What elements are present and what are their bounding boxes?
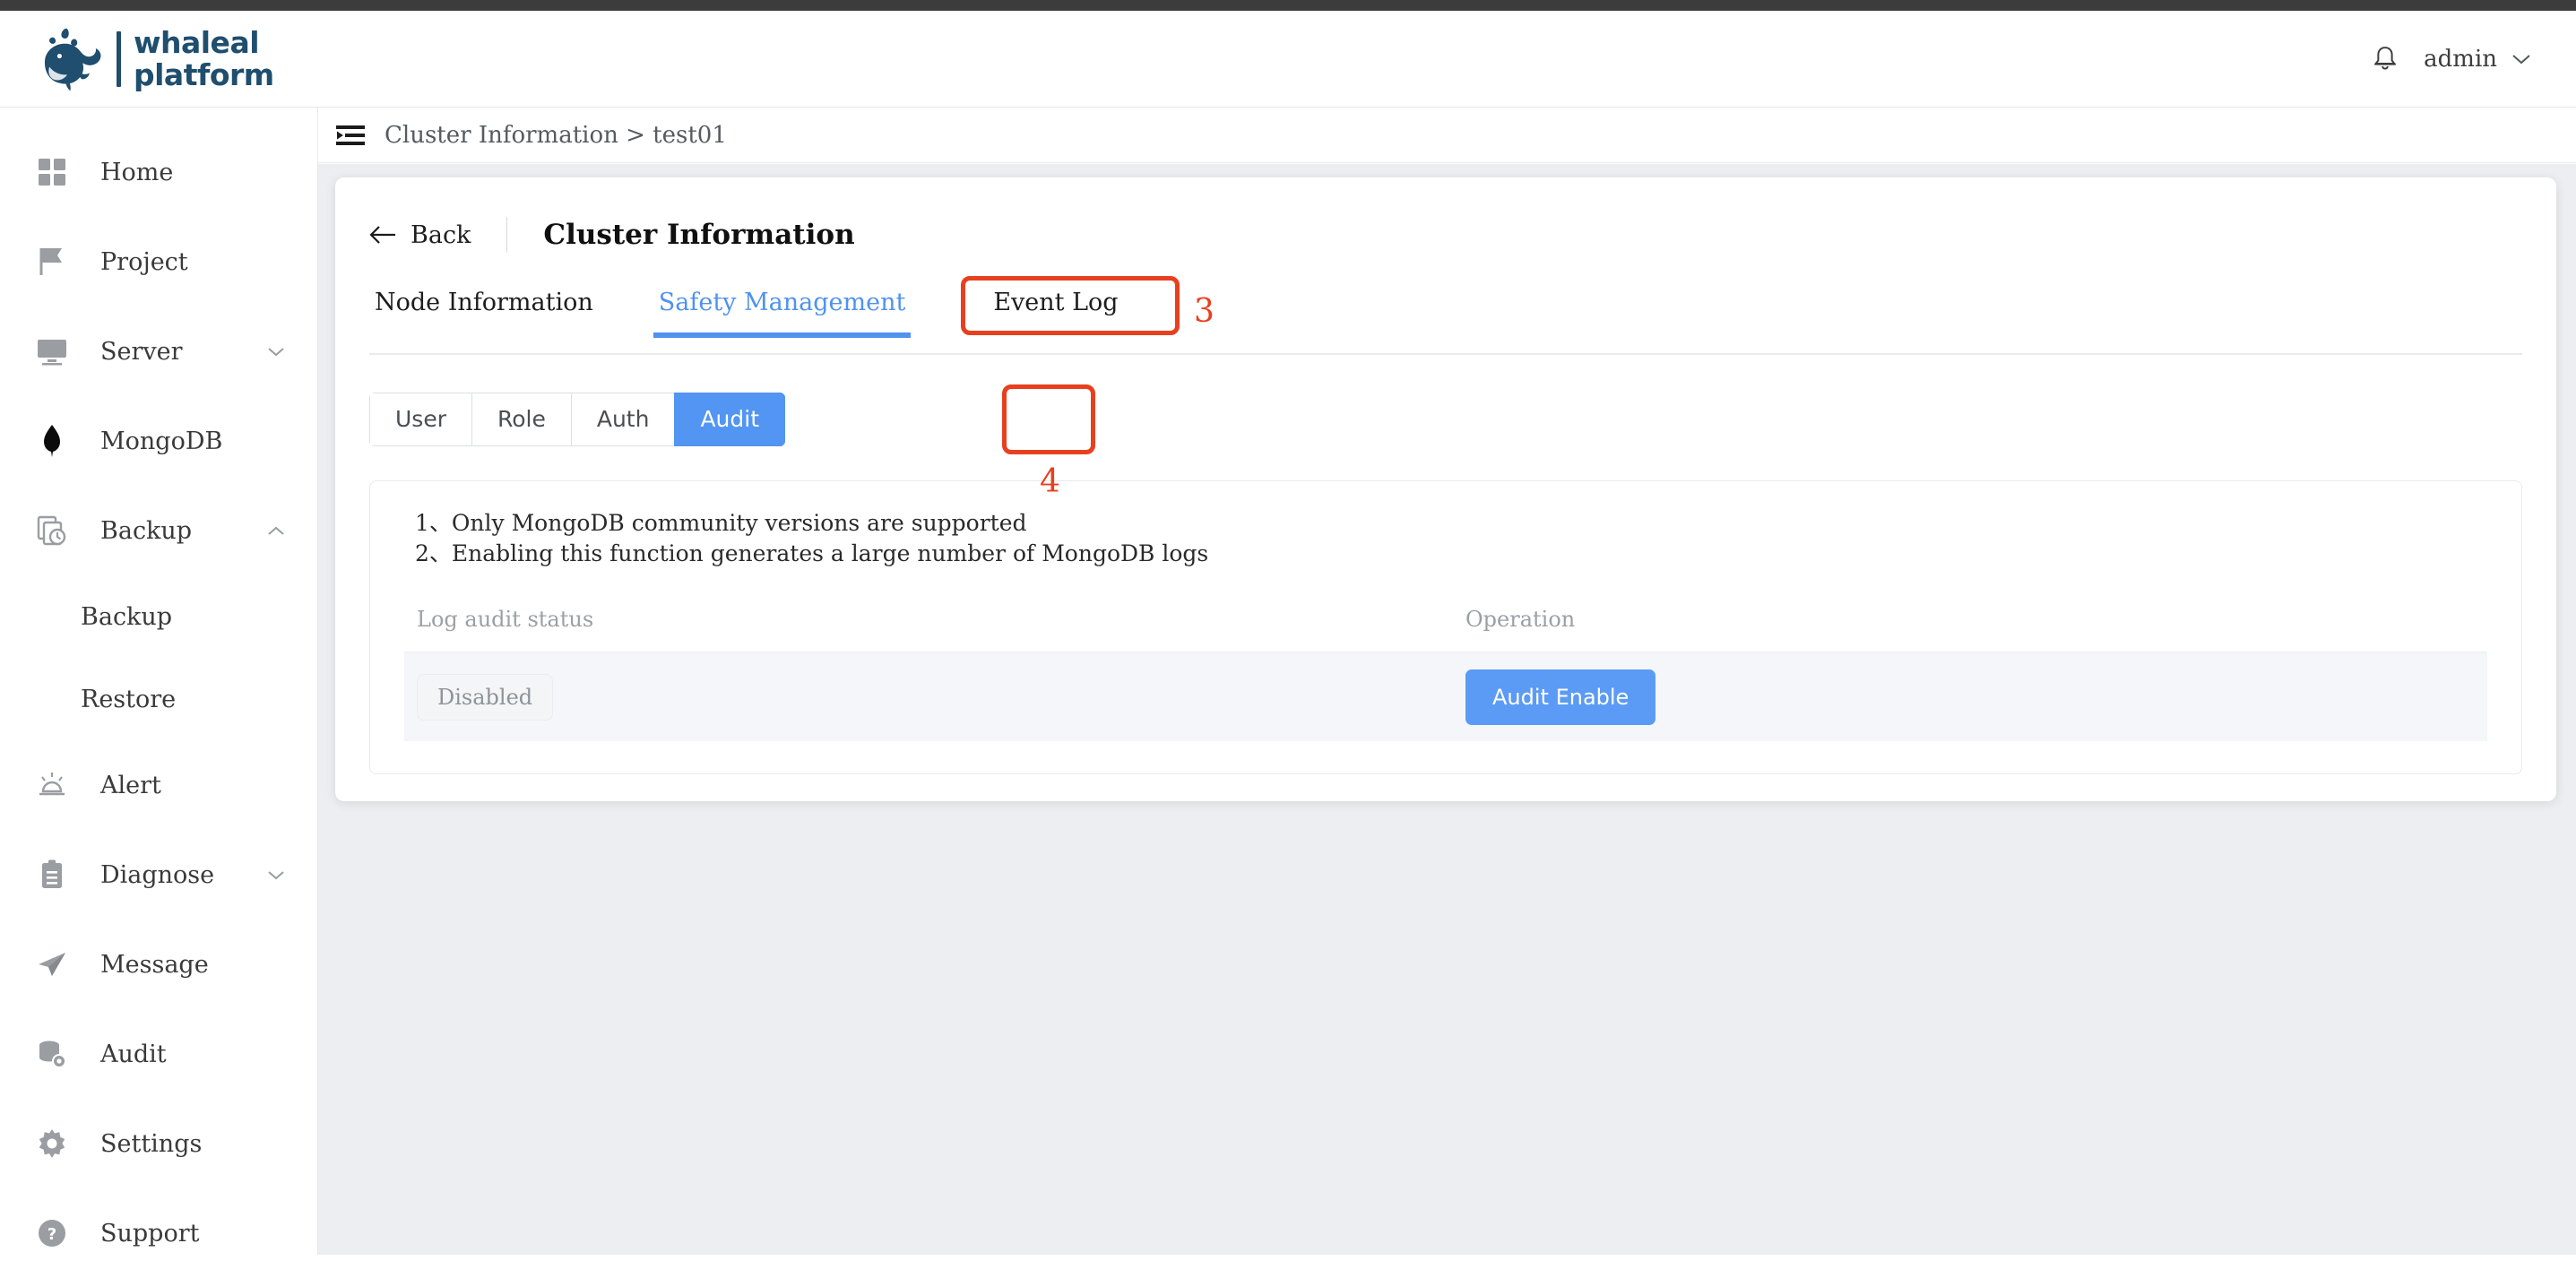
sidebar-item-label: Diagnose <box>100 860 215 889</box>
flag-icon <box>34 244 70 280</box>
page-content: Back Cluster Information Node Informatio… <box>318 164 2576 1255</box>
card-header: Back Cluster Information <box>369 208 2522 262</box>
bell-icon[interactable] <box>2372 45 2399 73</box>
main-region: Cluster Information > test01 Back Cluste… <box>318 108 2576 1255</box>
sidebar-item-label: Backup <box>100 516 193 545</box>
sub-tab-bar: User Role Auth Audit 4 <box>369 384 2522 498</box>
svg-text:?: ? <box>48 1225 56 1244</box>
note-line-1: 1、Only MongoDB community versions are su… <box>415 510 1027 536</box>
question-circle-icon: ? <box>34 1215 70 1251</box>
cell-operation: Audit Enable <box>1465 669 2475 725</box>
tab-safety-management[interactable]: Safety Management <box>653 289 911 338</box>
sidebar-item-label: Backup <box>81 602 173 631</box>
tab-bar: Node Information Safety Management Event… <box>369 276 2522 355</box>
tab-node-information[interactable]: Node Information <box>375 289 593 336</box>
sidebar-item-settings[interactable]: Settings <box>0 1099 317 1188</box>
status-badge: Disabled <box>417 673 554 721</box>
sidebar-item-message[interactable]: Message <box>0 920 317 1009</box>
user-menu[interactable]: admin <box>2424 46 2531 73</box>
table-header-row: Log audit status Operation <box>404 607 2487 652</box>
page-title: Cluster Information <box>543 219 855 251</box>
brand-line-2: platform <box>134 56 274 92</box>
chevron-up-icon[interactable] <box>267 525 285 537</box>
database-eye-icon <box>34 1036 70 1072</box>
sidebar-item-backup[interactable]: Backup <box>0 486 317 575</box>
annotation-box-4 <box>1002 384 1095 454</box>
sidebar-item-audit[interactable]: Audit <box>0 1009 317 1099</box>
sidebar-item-diagnose[interactable]: Diagnose <box>0 830 317 920</box>
cluster-information-card: Back Cluster Information Node Informatio… <box>335 177 2556 801</box>
sidebar-item-label: MongoDB <box>100 427 223 455</box>
collapse-menu-icon[interactable] <box>336 124 365 147</box>
top-header-bar: whaleal platform admin <box>0 11 2576 108</box>
sidebar-item-label: Audit <box>100 1040 167 1068</box>
grid-icon <box>34 154 70 190</box>
clipboard-icon <box>34 857 70 893</box>
gear-icon <box>34 1126 70 1161</box>
breadcrumb-text: Cluster Information > test01 <box>385 121 727 149</box>
column-header-log-audit-status: Log audit status <box>417 607 594 632</box>
sidebar-item-label: Support <box>100 1219 200 1248</box>
sidebar-item-project[interactable]: Project <box>0 217 317 307</box>
segmented-control: User Role Auth Audit <box>369 393 786 446</box>
brand-text: whaleal platform <box>134 24 274 92</box>
sub-tab-audit[interactable]: Audit <box>674 393 786 446</box>
sidebar-item-label: Project <box>100 247 188 276</box>
audit-enable-button[interactable]: Audit Enable <box>1465 669 1656 725</box>
sidebar-item-label: Server <box>100 337 183 366</box>
top-right-actions: admin <box>2372 45 2576 73</box>
sidebar-item-label: Message <box>100 950 209 979</box>
back-label: Back <box>411 220 471 249</box>
audit-panel: 1、Only MongoDB community versions are su… <box>369 480 2522 774</box>
user-name-label: admin <box>2424 45 2497 73</box>
sidebar-item-mongodb[interactable]: MongoDB <box>0 396 317 486</box>
column-header-operation: Operation <box>1465 607 1576 632</box>
sidebar-item-server[interactable]: Server <box>0 307 317 396</box>
sub-tab-user[interactable]: User <box>369 393 471 446</box>
sidebar-item-support[interactable]: ? Support <box>0 1188 317 1278</box>
audit-status-table: Log audit status Operation Disabled Audi… <box>404 607 2487 741</box>
alarm-icon <box>34 767 70 803</box>
breadcrumb: Cluster Information > test01 <box>318 108 2576 163</box>
tab-event-log[interactable]: Event Log <box>993 289 1118 336</box>
brand-line-1: whaleal <box>134 24 260 60</box>
sidebar-nav: Home Project Server MongoDB Backup Backu… <box>0 108 318 1255</box>
whale-logo-icon <box>44 28 101 91</box>
note-line-2: 2、Enabling this function generates a lar… <box>415 540 1209 566</box>
sub-tab-auth[interactable]: Auth <box>570 393 675 446</box>
send-icon <box>34 946 70 982</box>
back-button[interactable]: Back <box>369 221 471 249</box>
chevron-down-icon[interactable] <box>267 869 285 881</box>
cell-status: Disabled <box>417 673 1465 721</box>
sidebar-item-label: Home <box>100 158 174 186</box>
sidebar-item-alert[interactable]: Alert <box>0 740 317 830</box>
annotation-number-3: 3 <box>1194 293 1215 330</box>
sub-tab-role[interactable]: Role <box>471 393 571 446</box>
backup-clock-icon <box>34 513 70 548</box>
sidebar-item-label: Restore <box>81 685 177 713</box>
sidebar-item-label: Settings <box>100 1129 203 1158</box>
mongodb-leaf-icon <box>34 423 70 459</box>
chevron-down-icon[interactable] <box>267 346 285 358</box>
sidebar-subitem-backup[interactable]: Backup <box>0 575 317 658</box>
chevron-down-icon <box>2512 54 2530 64</box>
brand-divider <box>117 30 121 87</box>
sidebar-item-label: Alert <box>100 771 161 799</box>
sidebar-item-home[interactable]: Home <box>0 127 317 217</box>
monitor-icon <box>34 333 70 369</box>
header-divider <box>506 217 508 253</box>
sidebar-subitem-restore[interactable]: Restore <box>0 658 317 740</box>
brand-logo-area[interactable]: whaleal platform <box>0 23 274 95</box>
browser-chrome-strip <box>0 0 2576 11</box>
arrow-left-icon <box>369 226 395 244</box>
table-row: Disabled Audit Enable <box>404 652 2487 741</box>
annotation-number-4: 4 <box>1040 463 1060 500</box>
